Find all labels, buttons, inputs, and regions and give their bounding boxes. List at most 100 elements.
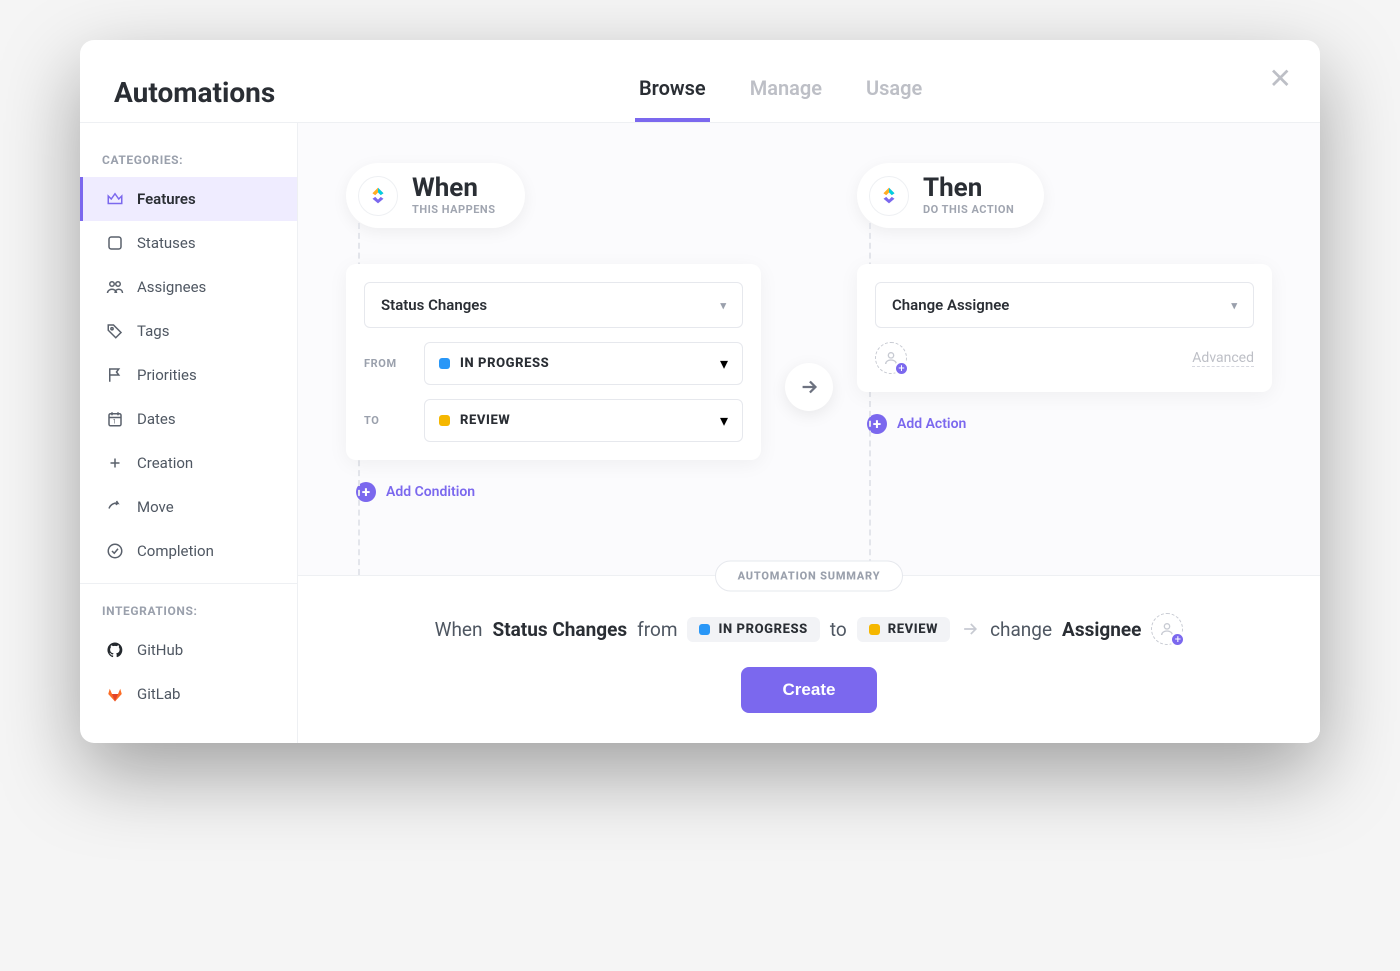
- arrow-right-icon: [785, 363, 833, 411]
- tag-icon: [105, 321, 125, 341]
- sidebar-item-label: Tags: [137, 322, 169, 340]
- chevron-down-icon: ▾: [1231, 299, 1237, 312]
- action-card: Change Assignee ▾ + Advanced: [857, 264, 1272, 392]
- add-action-label: Add Action: [897, 416, 966, 432]
- add-action-button[interactable]: + Add Action: [857, 414, 1272, 434]
- summary-when: When: [435, 618, 483, 641]
- sidebar-item-features[interactable]: Features: [80, 177, 297, 221]
- calendar-icon: 1: [105, 409, 125, 429]
- to-label: TO: [364, 414, 410, 427]
- sidebar-item-label: Features: [137, 190, 196, 208]
- action-select[interactable]: Change Assignee ▾: [875, 282, 1254, 328]
- sidebar-item-label: Move: [137, 498, 174, 516]
- sidebar-item-statuses[interactable]: Statuses: [80, 221, 297, 265]
- from-row: FROM IN PROGRESS ▾: [364, 342, 743, 385]
- summary-line: When Status Changes from IN PROGRESS to …: [338, 613, 1280, 645]
- to-status-select[interactable]: REVIEW ▾: [424, 399, 743, 442]
- sidebar-item-label: GitLab: [137, 685, 180, 703]
- add-assignee-button[interactable]: +: [875, 342, 907, 374]
- sidebar-item-label: GitHub: [137, 641, 183, 659]
- summary-from-status: IN PROGRESS: [718, 622, 807, 637]
- tab-browse[interactable]: Browse: [635, 62, 710, 122]
- summary-trigger: Status Changes: [493, 618, 628, 641]
- when-pill: When THIS HAPPENS: [346, 163, 525, 228]
- summary-to-word: to: [830, 618, 847, 641]
- plus-badge-icon: +: [1170, 632, 1185, 647]
- people-icon: [105, 277, 125, 297]
- sidebar-item-tags[interactable]: Tags: [80, 309, 297, 353]
- when-title: When: [412, 175, 495, 201]
- then-pill: Then DO THIS ACTION: [857, 163, 1044, 228]
- sidebar: CATEGORIES: Features Statuses Assignees …: [80, 123, 298, 743]
- github-icon: [105, 640, 125, 660]
- categories-heading: CATEGORIES:: [80, 143, 297, 177]
- sidebar-item-priorities[interactable]: Priorities: [80, 353, 297, 397]
- summary-change-word: change: [990, 618, 1052, 641]
- then-column: Then DO THIS ACTION Change Assignee ▾: [809, 123, 1320, 575]
- summary-from-chip: IN PROGRESS: [687, 617, 819, 642]
- assignee-row: + Advanced: [875, 342, 1254, 374]
- clickup-logo-icon: [358, 176, 398, 216]
- sidebar-item-gitlab[interactable]: GitLab: [80, 672, 297, 716]
- sidebar-item-assignees[interactable]: Assignees: [80, 265, 297, 309]
- add-condition-label: Add Condition: [386, 484, 475, 500]
- sidebar-item-creation[interactable]: Creation: [80, 441, 297, 485]
- modal-title: Automations: [114, 76, 275, 109]
- advanced-link[interactable]: Advanced: [1192, 350, 1254, 367]
- trigger-select[interactable]: Status Changes ▾: [364, 282, 743, 328]
- add-condition-button[interactable]: + Add Condition: [346, 482, 761, 502]
- arrow-right-icon: [960, 619, 980, 639]
- tabs: Browse Manage Usage: [635, 62, 926, 122]
- chevron-down-icon: ▾: [720, 411, 728, 430]
- summary-assignee-icon[interactable]: +: [1151, 613, 1183, 645]
- crown-icon: [105, 189, 125, 209]
- then-subtitle: DO THIS ACTION: [923, 203, 1014, 216]
- trigger-card: Status Changes ▾ FROM IN PROGRESS ▾: [346, 264, 761, 460]
- tab-usage[interactable]: Usage: [862, 62, 926, 122]
- modal-header: Automations Browse Manage Usage ✕: [80, 40, 1320, 123]
- sidebar-divider: [80, 583, 297, 584]
- tab-manage[interactable]: Manage: [746, 62, 826, 122]
- from-label: FROM: [364, 357, 410, 370]
- when-subtitle: THIS HAPPENS: [412, 203, 495, 216]
- status-color: [439, 358, 450, 369]
- sidebar-item-label: Statuses: [137, 234, 196, 252]
- flag-icon: [105, 365, 125, 385]
- status-color: [869, 624, 880, 635]
- builder-main: When THIS HAPPENS Status Changes ▾ FROM: [298, 123, 1320, 743]
- sidebar-item-dates[interactable]: 1 Dates: [80, 397, 297, 441]
- status-color: [439, 415, 450, 426]
- plus-square-icon: [105, 453, 125, 473]
- create-button[interactable]: Create: [741, 667, 878, 713]
- sidebar-item-label: Assignees: [137, 278, 206, 296]
- sidebar-item-github[interactable]: GitHub: [80, 628, 297, 672]
- modal-body: CATEGORIES: Features Statuses Assignees …: [80, 123, 1320, 743]
- close-icon[interactable]: ✕: [1269, 62, 1292, 95]
- when-column: When THIS HAPPENS Status Changes ▾ FROM: [298, 123, 809, 575]
- summary-from-word: from: [637, 618, 677, 641]
- from-status-select[interactable]: IN PROGRESS ▾: [424, 342, 743, 385]
- clickup-logo-icon: [869, 176, 909, 216]
- summary-to-chip: REVIEW: [857, 617, 950, 642]
- summary-to-status: REVIEW: [888, 622, 938, 637]
- square-icon: [105, 233, 125, 253]
- action-label: Change Assignee: [892, 296, 1009, 314]
- summary-section: AUTOMATION SUMMARY When Status Changes f…: [298, 575, 1320, 743]
- then-title: Then: [923, 175, 1014, 201]
- integrations-heading: INTEGRATIONS:: [80, 594, 297, 628]
- chevron-down-icon: ▾: [720, 299, 726, 312]
- trigger-label: Status Changes: [381, 296, 487, 314]
- sidebar-item-move[interactable]: Move: [80, 485, 297, 529]
- sidebar-item-label: Dates: [137, 410, 176, 428]
- plus-badge-icon: +: [894, 361, 909, 376]
- from-status-label: IN PROGRESS: [460, 356, 710, 371]
- automations-modal: Automations Browse Manage Usage ✕ CATEGO…: [80, 40, 1320, 743]
- sidebar-item-completion[interactable]: Completion: [80, 529, 297, 573]
- sidebar-item-label: Priorities: [137, 366, 197, 384]
- to-row: TO REVIEW ▾: [364, 399, 743, 442]
- builder: When THIS HAPPENS Status Changes ▾ FROM: [298, 123, 1320, 575]
- share-icon: [105, 497, 125, 517]
- status-color: [699, 624, 710, 635]
- chevron-down-icon: ▾: [720, 354, 728, 373]
- to-status-label: REVIEW: [460, 413, 710, 428]
